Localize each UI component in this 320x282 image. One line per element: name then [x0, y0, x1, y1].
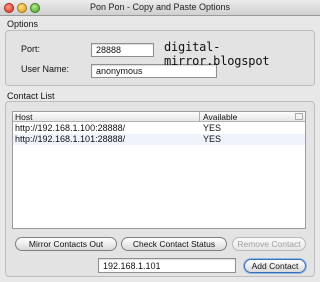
window-titlebar: Pon Pon - Copy and Paste Options — [0, 0, 320, 16]
mirror-contacts-out-button[interactable]: Mirror Contacts Out — [15, 237, 117, 251]
table-row[interactable]: http://192.168.1.100:28888/ YES — [13, 123, 305, 134]
host-cell: http://192.168.1.101:28888/ — [15, 134, 126, 144]
column-divider[interactable] — [199, 112, 200, 122]
contact-list-section-label: Contact List — [7, 91, 55, 101]
check-contact-status-button[interactable]: Check Contact Status — [121, 237, 227, 251]
remove-contact-button[interactable]: Remove Contact — [232, 237, 306, 251]
column-header-host[interactable]: Host — [13, 112, 199, 122]
window-title: Pon Pon - Copy and Paste Options — [89, 2, 231, 12]
table-row[interactable]: http://192.168.1.101:28888/ YES — [13, 134, 305, 145]
available-cell: YES — [203, 134, 222, 144]
port-label: Port: — [21, 44, 41, 54]
column-chooser-icon[interactable] — [295, 113, 303, 120]
port-input[interactable] — [91, 43, 154, 57]
watermark-text: digital-mirror.blogspot — [164, 40, 270, 68]
options-section-label: Options — [7, 19, 39, 29]
table-header: Host Available — [13, 112, 305, 122]
contacts-table[interactable]: Host Available http://192.168.1.100:2888… — [12, 111, 306, 229]
add-contact-button[interactable]: Add Contact — [244, 259, 306, 273]
column-header-available[interactable]: Available — [201, 112, 291, 122]
username-label: User Name: — [21, 64, 70, 74]
new-contact-input[interactable] — [98, 258, 236, 273]
host-cell: http://192.168.1.100:28888/ — [15, 123, 126, 133]
available-cell: YES — [203, 123, 222, 133]
